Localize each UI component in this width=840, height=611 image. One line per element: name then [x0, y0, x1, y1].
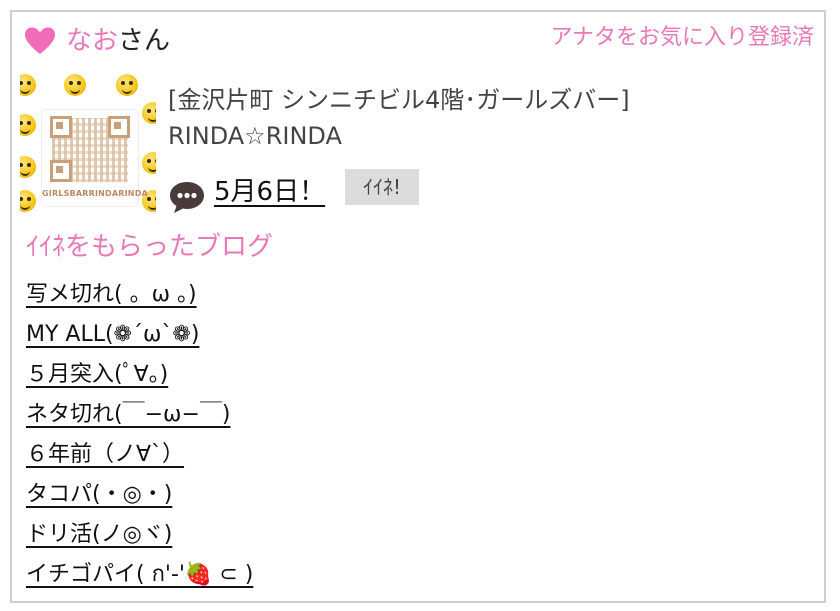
iine-button[interactable]: ｲｲﾈ! [345, 169, 419, 205]
shop-title-line2: RINDA☆RINDA [168, 122, 342, 150]
smiley-icon [20, 156, 36, 178]
blog-link[interactable]: 写メ切れ( 。ω 。) [26, 275, 253, 315]
user-name: なおさん [66, 24, 170, 58]
avatar[interactable]: GIRLSBARRINDARINDA [20, 74, 156, 212]
shop-title-line1: [金沢片町 シンニチビル4階･ガールズバー] [168, 86, 630, 114]
profile-card: なおさん アナタをお気に入り登録済 GIRLSBARRINDARINDA [金沢… [10, 10, 826, 603]
heart-icon [25, 27, 55, 54]
user-name-text[interactable]: なお [66, 26, 118, 56]
blog-link[interactable]: ドリ活(ノ◎ヾ) [26, 515, 253, 555]
favorite-status-link[interactable]: アナタをお気に入り登録済 [550, 22, 814, 54]
liked-blogs-list: 写メ切れ( 。ω 。) MY ALL(❁´ω`❁) ５月突入(ﾟ∀。) ネタ切れ… [26, 275, 253, 595]
smiley-icon [20, 114, 36, 136]
blog-link[interactable]: イチゴパイ( ก'-'🍓 ⊂ ) [26, 555, 253, 595]
post-date-link[interactable]: 5月6日！ [214, 172, 325, 212]
blog-link[interactable]: MY ALL(❁´ω`❁) [26, 315, 253, 355]
liked-blogs-heading: ｲｲﾈをもらったブログ [26, 232, 274, 262]
blog-link[interactable]: ６年前（ノ∀`） [26, 435, 253, 475]
smiley-icon [20, 74, 36, 96]
smiley-icon [142, 152, 156, 174]
smiley-icon [116, 74, 138, 96]
smiley-icon [142, 102, 156, 124]
blog-link[interactable]: ５月突入(ﾟ∀。) [26, 355, 253, 395]
blog-link[interactable]: ネタ切れ(￣−ω−￣) [26, 395, 253, 435]
comment-icon [170, 182, 204, 213]
smiley-icon [64, 74, 86, 96]
user-name-suffix: さん [118, 26, 171, 56]
qr-caption: GIRLSBARRINDARINDA [42, 189, 148, 198]
blog-link[interactable]: タコパ(・◎・) [26, 475, 253, 515]
smiley-icon [20, 190, 36, 212]
qr-code-image: GIRLSBARRINDARINDA [42, 110, 148, 206]
shop-title[interactable]: [金沢片町 シンニチビル4階･ガールズバー] RINDA☆RINDA [168, 82, 808, 154]
